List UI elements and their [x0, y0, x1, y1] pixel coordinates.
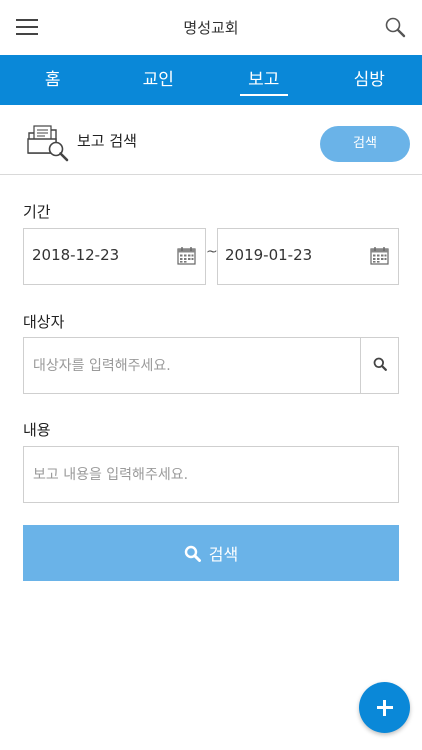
search-submit-label: 검색	[208, 545, 239, 564]
content-placeholder: 보고 내용을 입력해주세요.	[33, 467, 189, 483]
date-separator: ~	[206, 244, 218, 260]
section-header: 보고 검색 검색	[0, 105, 422, 175]
top-bar: 명성교회	[0, 0, 422, 55]
period-label: 기간	[23, 203, 51, 221]
content-input[interactable]: 보고 내용을 입력해주세요.	[23, 446, 399, 503]
start-date-field[interactable]: 2018-12-23	[23, 228, 206, 285]
tab-visit[interactable]: 심방	[317, 55, 422, 105]
tab-report[interactable]: 보고	[211, 55, 317, 105]
search-submit-button[interactable]: 검색	[23, 525, 399, 581]
end-date-field[interactable]: 2019-01-23	[217, 228, 399, 285]
tab-members[interactable]: 교인	[106, 55, 212, 105]
start-date-value: 2018-12-23	[32, 246, 120, 264]
search-icon	[373, 357, 387, 371]
main-nav: 홈 교인 보고 심방	[0, 55, 422, 105]
target-search-button[interactable]	[360, 338, 398, 393]
target-label: 대상자	[23, 313, 65, 331]
header-search-button[interactable]: 검색	[320, 126, 410, 162]
target-input[interactable]: 대상자를 입력해주세요.	[23, 337, 399, 394]
add-report-button[interactable]	[359, 682, 410, 733]
report-search-icon	[27, 125, 69, 162]
calendar-icon[interactable]	[370, 246, 389, 265]
app-title: 명성교회	[183, 19, 239, 37]
tab-home[interactable]: 홈	[0, 55, 106, 105]
target-placeholder: 대상자를 입력해주세요.	[33, 358, 171, 374]
content-label: 내용	[23, 421, 51, 439]
end-date-value: 2019-01-23	[225, 246, 313, 264]
calendar-icon[interactable]	[177, 246, 196, 265]
search-icon[interactable]	[384, 16, 406, 38]
section-title: 보고 검색	[77, 132, 137, 150]
search-icon	[184, 545, 201, 562]
